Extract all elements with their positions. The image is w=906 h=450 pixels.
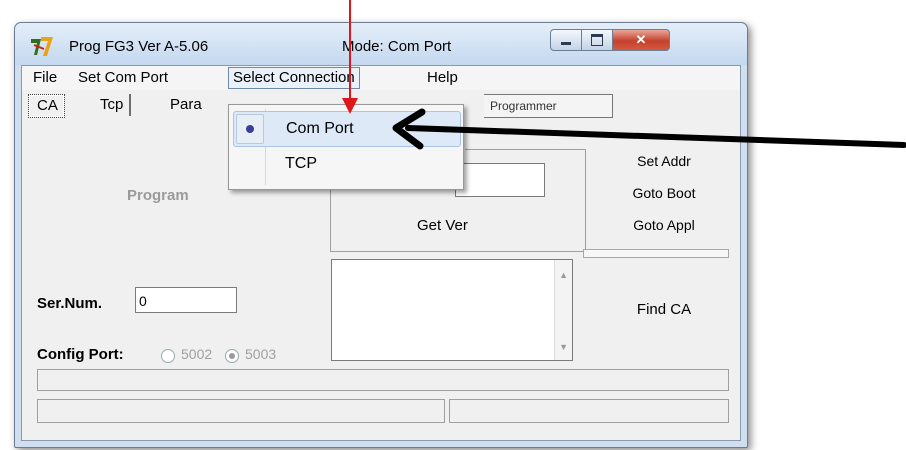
bullet-icon <box>246 125 254 133</box>
tab-ca[interactable]: CA <box>28 94 65 118</box>
mode-indicator: Mode: Com Port <box>342 38 452 55</box>
menu-file[interactable]: File <box>33 69 57 87</box>
menu-set-com-port[interactable]: Set Com Port <box>78 69 168 87</box>
tab-tcp[interactable]: Tcp <box>92 94 132 116</box>
goto-boot-button[interactable]: Goto Boot <box>605 185 723 201</box>
panel-divider <box>585 149 586 253</box>
memo-scrollbar[interactable]: ▲ ▼ <box>554 260 572 360</box>
log-memo[interactable]: ▲ ▼ <box>331 259 573 361</box>
menu-help[interactable]: Help <box>427 69 458 87</box>
minimize-button[interactable] <box>550 29 582 51</box>
radio-5003[interactable] <box>225 349 239 363</box>
dropdown-item-label: TCP <box>285 155 317 172</box>
scroll-down-icon[interactable]: ▼ <box>559 342 568 352</box>
menu-bar: File Set Com Port Select Connection Help <box>22 66 740 90</box>
minimize-icon <box>561 42 571 45</box>
scroll-up-icon[interactable]: ▲ <box>559 270 568 280</box>
set-addr-button[interactable]: Set Addr <box>605 153 723 169</box>
goto-appl-button[interactable]: Goto Appl <box>605 217 723 233</box>
maximize-button[interactable] <box>581 29 613 51</box>
dropdown-item-com-port[interactable]: Com Port <box>233 111 461 147</box>
title-bar[interactable]: Prog FG3 Ver A-5.06 Mode: Com Port ✕ <box>15 23 747 65</box>
tab-params[interactable]: Para <box>162 94 208 116</box>
status-panel-right <box>449 399 729 423</box>
panel-divider-h <box>330 251 586 252</box>
separator-bar <box>583 249 729 258</box>
radio-5002[interactable] <box>161 349 175 363</box>
select-connection-dropdown: Com Port TCP <box>228 104 464 190</box>
dropdown-item-label: Com Port <box>286 120 354 137</box>
menu-select-connection[interactable]: Select Connection <box>228 67 360 89</box>
app-window: Prog FG3 Ver A-5.06 Mode: Com Port ✕ Fil… <box>14 22 748 448</box>
close-button[interactable]: ✕ <box>612 29 670 51</box>
program-button[interactable]: Program <box>127 187 189 204</box>
radio-5002-label: 5002 <box>181 346 213 362</box>
dropdown-item-tcp[interactable]: TCP <box>233 153 459 187</box>
close-icon: ✕ <box>635 32 647 47</box>
window-title: Prog FG3 Ver A-5.06 <box>69 38 209 55</box>
progress-bar <box>37 369 729 391</box>
sernum-label: Ser.Num. <box>37 295 103 312</box>
maximize-icon <box>591 34 603 46</box>
sernum-input[interactable]: 0 <box>135 287 237 313</box>
radio-check-icon <box>236 114 264 144</box>
find-ca-button[interactable]: Find CA <box>605 301 723 318</box>
version-field[interactable] <box>455 163 545 197</box>
status-panel-left <box>37 399 445 423</box>
app-logo-icon <box>31 37 53 56</box>
radio-selected-dot <box>229 353 235 359</box>
tab-programmer-label: Programmer <box>490 99 557 113</box>
radio-5003-label: 5003 <box>245 346 277 362</box>
panel-divider-h <box>465 149 585 150</box>
config-port-label: Config Port: <box>37 346 124 363</box>
get-ver-button[interactable]: Get Ver <box>417 217 468 234</box>
tab-programmer[interactable]: Programmer <box>484 94 613 118</box>
